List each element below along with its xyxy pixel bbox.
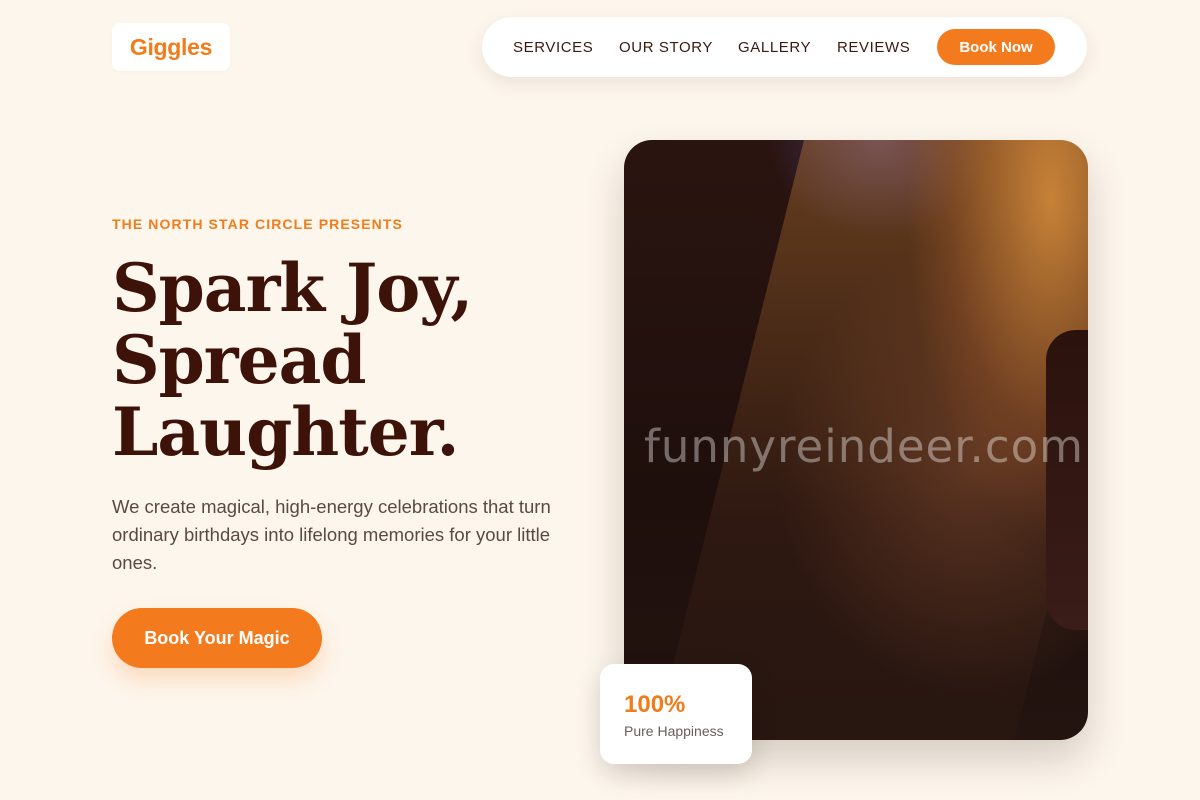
brand-logo[interactable]: Giggles <box>112 23 230 71</box>
landing-page: Giggles SERVICES OUR STORY GALLERY REVIE… <box>0 0 1200 800</box>
main-nav: SERVICES OUR STORY GALLERY REVIEWS Book … <box>482 17 1087 77</box>
stat-value: 100% <box>624 691 686 718</box>
hero-headline-line-3: Laughter. <box>112 393 459 471</box>
nav-link-reviews[interactable]: REVIEWS <box>837 17 910 77</box>
stat-label: Pure Happiness <box>624 723 724 739</box>
hero-eyebrow: THE NORTH STAR CIRCLE PRESENTS <box>112 216 403 232</box>
nav-link-our-story[interactable]: OUR STORY <box>619 17 713 77</box>
hero-subtitle: We create magical, high-energy celebrati… <box>112 496 551 573</box>
hero-headline-line-2: Spread <box>112 321 367 399</box>
performer-silhouette <box>1046 330 1088 630</box>
hero-headline-line-1: Spark Joy, <box>112 249 473 327</box>
nav-link-gallery[interactable]: GALLERY <box>738 17 811 77</box>
book-now-button[interactable]: Book Now <box>937 29 1055 65</box>
nav-link-services[interactable]: SERVICES <box>513 17 593 77</box>
watermark-text: funnyreindeer.com <box>644 420 1084 473</box>
book-your-magic-button[interactable]: Book Your Magic <box>112 608 322 668</box>
brand-logo-text: Giggles <box>129 33 213 60</box>
stat-card: 100% Pure Happiness <box>600 664 752 764</box>
hero-headline: Spark Joy, Spread Laughter. <box>112 252 552 468</box>
